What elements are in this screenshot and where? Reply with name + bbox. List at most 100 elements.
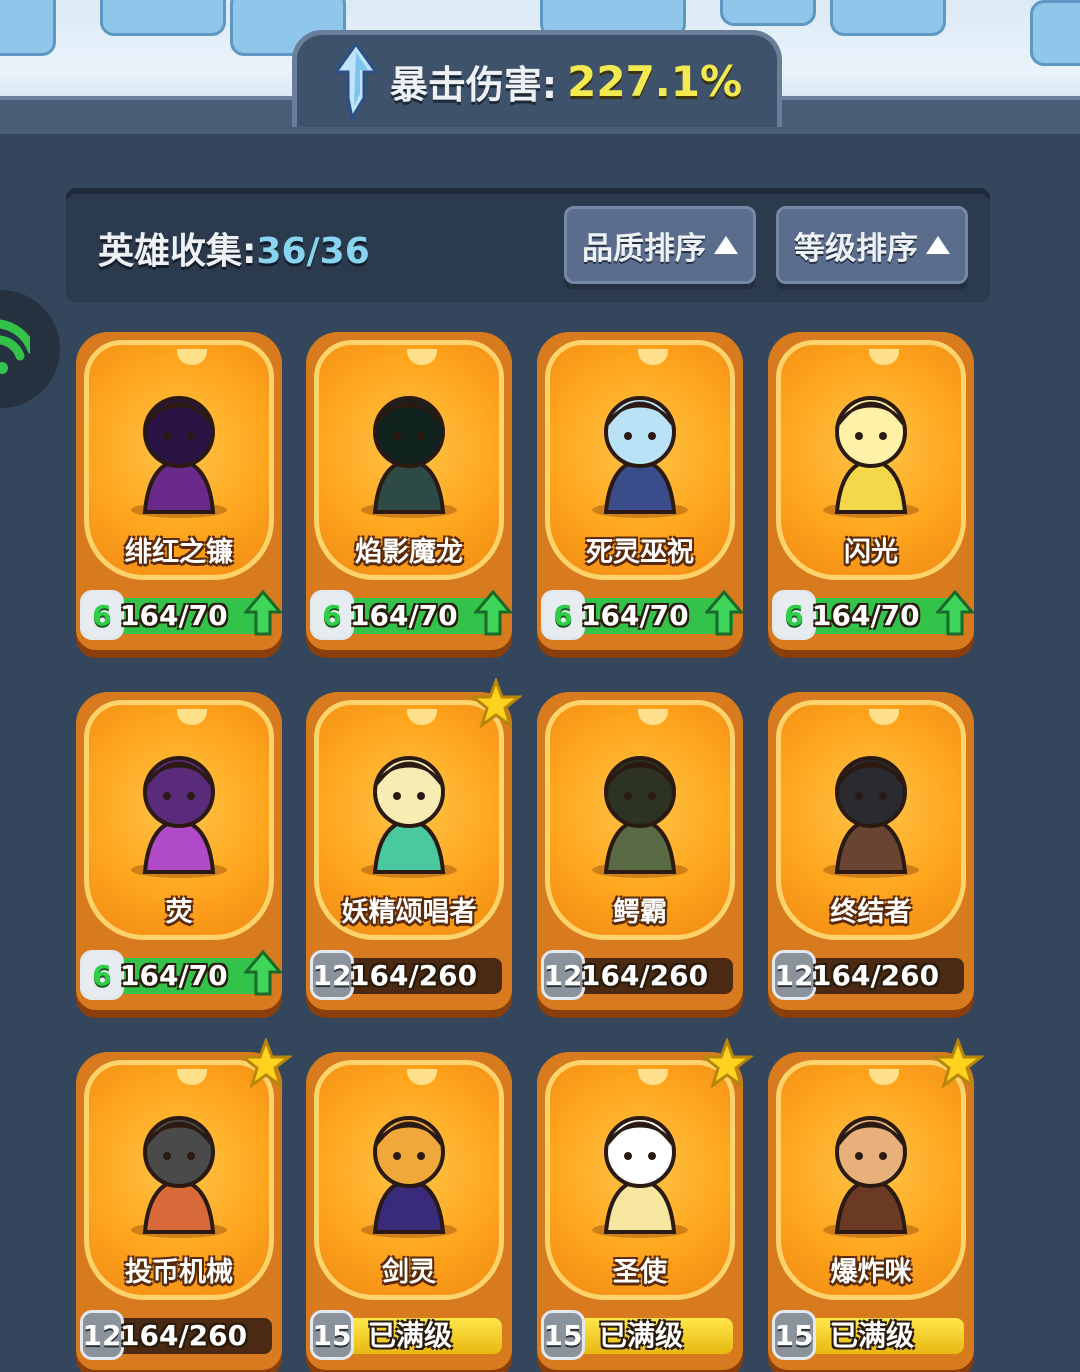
hero-portrait-icon: [361, 756, 457, 878]
hero-portrait-icon: [131, 1116, 227, 1238]
hero-card[interactable]: 鳄霸 12 164/260: [537, 692, 743, 1010]
sort-quality-button[interactable]: 品质排序: [564, 206, 756, 284]
level-badge: 15: [310, 1310, 354, 1360]
hero-progress-row: 6 164/70: [541, 590, 743, 640]
card-top-gem: [177, 1069, 207, 1085]
hero-portrait-icon: [361, 396, 457, 518]
hero-name: 绯红之镰: [125, 537, 233, 568]
hero-card[interactable]: 死灵巫祝 6 164/70: [537, 332, 743, 650]
crit-arrow-icon: [333, 42, 379, 120]
upgrade-arrow-icon: [936, 590, 974, 636]
crit-damage-banner: 暴击伤害: 227.1%: [292, 30, 782, 127]
hero-collection-label: 英雄收集:: [98, 231, 257, 272]
hero-portrait-icon: [823, 756, 919, 878]
hero-progress-row: 12 164/260: [310, 950, 508, 1000]
wifi-overlay[interactable]: [0, 290, 60, 408]
hero-portrait-icon: [592, 396, 688, 518]
hero-card[interactable]: 荧 6 164/70: [76, 692, 282, 1010]
triangle-up-icon: [714, 236, 738, 254]
progress-text: 164/260: [120, 1319, 248, 1352]
hero-portrait-icon: [823, 396, 919, 518]
hero-portrait-icon: [131, 756, 227, 878]
hero-progress-row: 6 164/70: [80, 950, 282, 1000]
level-badge: 6: [310, 590, 354, 640]
upgrade-arrow-icon: [705, 590, 743, 636]
triangle-up-icon: [926, 236, 950, 254]
level-badge: 6: [541, 590, 585, 640]
hero-progress-row: 6 164/70: [772, 590, 974, 640]
hero-portrait-icon: [131, 396, 227, 518]
card-top-gem: [177, 709, 207, 725]
sort-level-button[interactable]: 等级排序: [776, 206, 968, 284]
ice-block-decoration: [720, 0, 816, 26]
hero-name: 荧: [165, 897, 193, 928]
progress-text: 164/260: [581, 959, 709, 992]
ice-block-decoration: [830, 0, 946, 36]
wifi-icon: [0, 319, 37, 374]
card-top-gem: [638, 1069, 668, 1085]
hero-name: 死灵巫祝: [586, 537, 694, 568]
hero-progress-row: 12 164/260: [541, 950, 739, 1000]
hero-name: 焰影魔龙: [355, 537, 463, 568]
card-top-gem: [407, 709, 437, 725]
hero-card[interactable]: 妖精颂唱者 12 164/260: [306, 678, 522, 1010]
level-badge: 6: [80, 950, 124, 1000]
hero-name: 终结者: [830, 897, 912, 928]
level-badge: 12: [80, 1310, 124, 1360]
hero-progress-row: 12 164/260: [772, 950, 970, 1000]
hero-card[interactable]: 闪光 6 164/70: [768, 332, 974, 650]
hero-card[interactable]: 焰影魔龙 6 164/70: [306, 332, 512, 650]
ice-block-decoration: [1030, 0, 1080, 66]
hero-card[interactable]: 投币机械 12 164/260: [76, 1038, 292, 1370]
hero-name: 剑灵: [382, 1257, 436, 1288]
hero-collection-bar: 英雄收集:36/36 品质排序 等级排序: [66, 188, 990, 302]
card-top-gem: [638, 709, 668, 725]
hero-name: 妖精颂唱者: [341, 897, 477, 928]
star-icon: [240, 1038, 292, 1089]
hero-name: 爆炸咪: [830, 1257, 912, 1288]
progress-text: 164/260: [812, 959, 940, 992]
hero-progress-row: 15 已满级: [772, 1310, 970, 1360]
star-icon: [470, 678, 522, 729]
card-top-gem: [177, 349, 207, 365]
hero-name: 闪光: [844, 537, 898, 568]
level-badge: 12: [310, 950, 354, 1000]
hero-collection-title: 英雄收集:36/36: [98, 222, 370, 274]
progress-text: 已满级: [599, 1319, 684, 1352]
ice-block-decoration: [0, 0, 56, 56]
hero-card[interactable]: 剑灵 15 已满级: [306, 1052, 512, 1370]
star-icon: [701, 1038, 753, 1089]
card-top-gem: [407, 1069, 437, 1085]
hero-portrait-icon: [823, 1116, 919, 1238]
hero-progress-row: 15 已满级: [310, 1310, 508, 1360]
ice-block-decoration: [100, 0, 226, 36]
hero-card[interactable]: 圣使 15 已满级: [537, 1038, 753, 1370]
hero-progress-row: 6 164/70: [310, 590, 512, 640]
progress-text: 164/260: [350, 959, 478, 992]
crit-damage-value: 227.1%: [567, 56, 743, 106]
level-badge: 6: [80, 590, 124, 640]
level-badge: 15: [772, 1310, 816, 1360]
hero-card[interactable]: 爆炸咪 15 已满级: [768, 1038, 984, 1370]
hero-portrait-icon: [361, 1116, 457, 1238]
level-badge: 12: [541, 950, 585, 1000]
hero-name: 鳄霸: [613, 897, 667, 928]
card-top-gem: [869, 709, 899, 725]
card-top-gem: [869, 349, 899, 365]
level-badge: 15: [541, 1310, 585, 1360]
sort-level-label: 等级排序: [794, 230, 918, 267]
crit-damage-label: 暴击伤害:: [389, 62, 558, 107]
hero-progress-row: 6 164/70: [80, 590, 282, 640]
hero-card[interactable]: 终结者 12 164/260: [768, 692, 974, 1010]
hero-collection-count: 36/36: [256, 231, 370, 272]
hero-portrait-icon: [592, 1116, 688, 1238]
card-top-gem: [407, 349, 437, 365]
hero-card[interactable]: 绯红之镰 6 164/70: [76, 332, 282, 650]
hero-name: 投币机械: [125, 1257, 233, 1288]
hero-progress-row: 15 已满级: [541, 1310, 739, 1360]
upgrade-arrow-icon: [244, 590, 282, 636]
star-icon: [932, 1038, 984, 1089]
progress-text: 已满级: [830, 1319, 915, 1352]
card-top-gem: [869, 1069, 899, 1085]
upgrade-arrow-icon: [474, 590, 512, 636]
